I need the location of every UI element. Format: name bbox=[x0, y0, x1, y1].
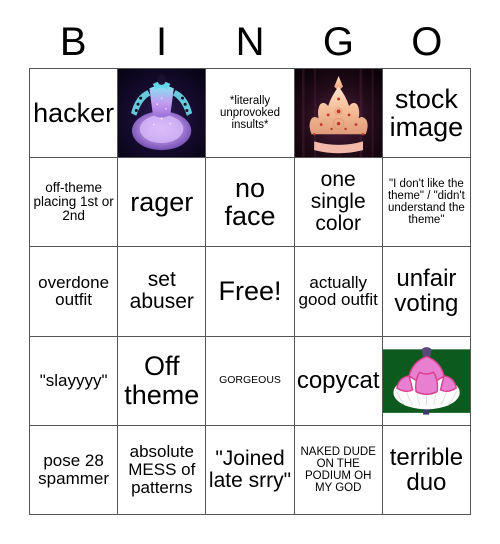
bingo-cell-label: "slayyyy" bbox=[39, 370, 108, 390]
bingo-cell-r1-c1[interactable]: hacker bbox=[30, 69, 119, 159]
bingo-cell-label: off-theme placing 1st or 2nd bbox=[33, 180, 114, 224]
bingo-cell-label: Off theme bbox=[124, 351, 200, 410]
bingo-cell-r2-c2[interactable]: rager bbox=[118, 158, 207, 248]
bingo-cell-r4-c2[interactable]: Off theme bbox=[118, 336, 207, 426]
bingo-cell-r2-c5[interactable]: "I don't like the theme" / "didn't under… bbox=[382, 158, 471, 248]
bingo-cell-r5-c5[interactable]: terrible duo bbox=[382, 425, 471, 515]
header-letter-b: B bbox=[59, 20, 87, 64]
bingo-cell-label: "I don't like the theme" / "didn't under… bbox=[387, 178, 465, 227]
bingo-grid: hacker *literally unprovoked insults* st… bbox=[29, 68, 471, 515]
bingo-header-row: B I N G O bbox=[29, 16, 471, 68]
bingo-cell-r4-c3[interactable]: GORGEOUS bbox=[206, 336, 295, 426]
bingo-cell-image-r1-c4[interactable] bbox=[294, 69, 383, 159]
bingo-cell-r2-c3[interactable]: no face bbox=[206, 158, 295, 248]
bingo-cell-label: actually good outfit bbox=[298, 272, 378, 310]
header-letter-i: I bbox=[156, 20, 168, 64]
bingo-cell-label: terrible duo bbox=[389, 443, 464, 496]
header-letter-o: O bbox=[411, 20, 443, 64]
bingo-cell-r4-c1[interactable]: "slayyyy" bbox=[30, 336, 119, 426]
bingo-cell-r2-c1[interactable]: off-theme placing 1st or 2nd bbox=[30, 158, 119, 248]
bingo-cell-label: Free! bbox=[218, 276, 282, 307]
bingo-cell-r3-c1[interactable]: overdone outfit bbox=[30, 247, 119, 337]
bingo-cell-image-r4-c5[interactable] bbox=[382, 336, 471, 426]
bingo-cell-label: rager bbox=[130, 187, 194, 218]
bingo-cell-label: *literally unprovoked insults* bbox=[219, 95, 281, 132]
ornate-flame-crown-tiara-icon bbox=[294, 69, 382, 158]
bingo-cell-label: NAKED DUDE ON THE PODIUM OH MY GOD bbox=[300, 445, 376, 494]
bingo-cell-label: absolute MESS of patterns bbox=[128, 442, 196, 497]
bingo-cell-label: GORGEOUS bbox=[219, 374, 281, 387]
bingo-cell-r5-c3[interactable]: "Joined late srry" bbox=[206, 425, 295, 515]
bingo-cell-r1-c5[interactable]: stock image bbox=[382, 69, 471, 159]
bingo-cell-r1-c3[interactable]: *literally unprovoked insults* bbox=[206, 69, 295, 159]
bingo-cell-r4-c4[interactable]: copycat bbox=[294, 336, 383, 426]
bingo-cell-label: one single color bbox=[310, 168, 366, 236]
bingo-cell-label: copycat bbox=[296, 367, 380, 395]
bingo-cell-r2-c4[interactable]: one single color bbox=[294, 158, 383, 248]
bingo-cell-label: overdone outfit bbox=[38, 272, 110, 310]
bingo-card: B I N G O hacker *literally unprovoked i… bbox=[0, 0, 500, 544]
bingo-cell-r5-c1[interactable]: pose 28 spammer bbox=[30, 425, 119, 515]
bingo-cell-label: stock image bbox=[389, 83, 464, 143]
bingo-cell-r5-c2[interactable]: absolute MESS of patterns bbox=[118, 425, 207, 515]
bingo-cell-label: hacker bbox=[33, 97, 115, 128]
bingo-cell-label: set abuser bbox=[129, 268, 194, 314]
bingo-cell-r5-c4[interactable]: NAKED DUDE ON THE PODIUM OH MY GOD bbox=[294, 425, 383, 515]
pink-white-flower-tutu-costume-icon bbox=[382, 336, 470, 425]
bingo-cell-r3-c4[interactable]: actually good outfit bbox=[294, 247, 383, 337]
bingo-cell-image-r1-c2[interactable] bbox=[118, 69, 207, 159]
bingo-cell-label: unfair voting bbox=[394, 265, 459, 318]
bingo-cell-label: no face bbox=[224, 172, 276, 232]
header-letter-n: N bbox=[235, 20, 265, 64]
glowing-blue-purple-tutu-ballerina-icon bbox=[118, 69, 206, 158]
bingo-cell-label: "Joined late srry" bbox=[208, 446, 292, 492]
bingo-cell-r3-c5[interactable]: unfair voting bbox=[382, 247, 471, 337]
bingo-cell-r3-c3[interactable]: Free! bbox=[206, 247, 295, 337]
header-letter-g: G bbox=[322, 20, 354, 64]
bingo-cell-r3-c2[interactable]: set abuser bbox=[118, 247, 207, 337]
bingo-cell-label: pose 28 spammer bbox=[38, 451, 110, 488]
